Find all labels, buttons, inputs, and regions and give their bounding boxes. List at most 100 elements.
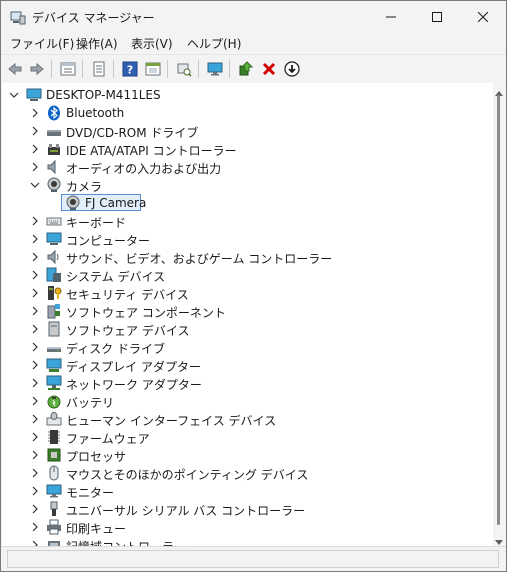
menu-action[interactable]: 操作(A) (76, 35, 118, 52)
chevron-right-icon[interactable] (29, 377, 41, 389)
minimize-button[interactable] (368, 1, 414, 33)
tree-item-firmware[interactable]: ファームウェア (2, 428, 493, 446)
help-icon[interactable]: ? (120, 59, 140, 79)
chevron-down-icon[interactable] (29, 179, 41, 191)
software-device-icon (46, 321, 62, 337)
device-manager-app-icon (10, 9, 26, 25)
print-icon[interactable] (89, 59, 109, 79)
chevron-right-icon[interactable] (29, 215, 41, 227)
tree-item-disk-drives[interactable]: ディスク ドライブ (2, 338, 493, 356)
tree-item-hid[interactable]: ヒューマン インターフェイス デバイス (2, 410, 493, 428)
chevron-right-icon[interactable] (29, 449, 41, 461)
chevron-right-icon[interactable] (29, 143, 41, 155)
display-adapter-icon (46, 357, 62, 373)
tree-item-label: プロセッサ (66, 450, 127, 464)
chevron-right-icon[interactable] (29, 413, 41, 425)
tree-item-label: オーディオの入力および出力 (66, 162, 222, 176)
tree-item-monitors[interactable]: モニター (2, 482, 493, 500)
chevron-right-icon[interactable] (29, 125, 41, 137)
usb-icon (46, 501, 62, 517)
device-manager-window: デバイス マネージャー ファイル(F) 操作(A) 表示(V) ヘルプ(H) ?… (0, 0, 507, 572)
tree-item-audio-io[interactable]: オーディオの入力および出力 (2, 158, 493, 176)
chevron-right-icon[interactable] (29, 521, 41, 533)
speaker-icon (46, 159, 62, 175)
tree-item-software-devices[interactable]: ソフトウェア デバイス (2, 320, 493, 338)
tree-item-dvd[interactable]: DVD/CD-ROM ドライブ (2, 122, 493, 140)
tree-item-label: ソフトウェア デバイス (66, 324, 190, 338)
tree-item-keyboard[interactable]: キーボード (2, 212, 493, 230)
menu-file[interactable]: ファイル(F) (10, 35, 74, 52)
keyboard-icon (46, 213, 62, 229)
view-icon[interactable] (143, 59, 163, 79)
chevron-right-icon[interactable] (29, 485, 41, 497)
menu-help[interactable]: ヘルプ(H) (187, 35, 241, 52)
svg-text:?: ? (127, 64, 133, 77)
chevron-right-icon[interactable] (29, 467, 41, 479)
uninstall-icon[interactable] (259, 59, 279, 79)
chevron-right-icon[interactable] (29, 251, 41, 263)
enable-device-icon[interactable] (236, 59, 256, 79)
tree-item-storage-controllers[interactable]: 記憶域コントローラー (2, 536, 493, 546)
tree-item-battery[interactable]: バッテリ (2, 392, 493, 410)
hid-icon (46, 411, 62, 427)
tree-item-processor[interactable]: プロセッサ (2, 446, 493, 464)
software-component-icon (46, 303, 62, 319)
chevron-right-icon[interactable] (29, 539, 41, 546)
printer-icon (46, 519, 62, 535)
tree-item-bluetooth[interactable]: Bluetooth (2, 104, 493, 122)
toolbar: ? (1, 54, 506, 84)
battery-icon (46, 393, 62, 409)
chevron-right-icon[interactable] (29, 395, 41, 407)
chevron-right-icon[interactable] (29, 287, 41, 299)
download-driver-icon[interactable] (282, 59, 302, 79)
chevron-down-icon[interactable] (8, 89, 20, 101)
vertical-scrollbar[interactable] (493, 83, 505, 546)
scrollbar-thumb[interactable] (497, 95, 500, 525)
monitor-icon[interactable] (205, 59, 225, 79)
mouse-icon (46, 465, 62, 481)
chevron-right-icon[interactable] (29, 305, 41, 317)
chevron-right-icon[interactable] (29, 323, 41, 335)
tree-item-print-queues[interactable]: 印刷キュー (2, 518, 493, 536)
back-icon[interactable] (5, 59, 25, 79)
device-tree[interactable]: DESKTOP-M411LES Bluetooth DVD/CD-ROM ドライ… (2, 83, 493, 546)
chevron-right-icon[interactable] (29, 341, 41, 353)
menu-view[interactable]: 表示(V) (131, 35, 173, 52)
tree-item-sound[interactable]: サウンド、ビデオ、およびゲーム コントローラー (2, 248, 493, 266)
tree-item-label: ソフトウェア コンポーネント (66, 306, 226, 320)
tree-item-display-adapters[interactable]: ディスプレイ アダプター (2, 356, 493, 374)
tree-item-label: IDE ATA/ATAPI コントローラー (66, 144, 237, 158)
chevron-right-icon[interactable] (29, 503, 41, 515)
storage-controller-icon (46, 537, 62, 546)
properties-icon[interactable] (58, 59, 78, 79)
tree-item-camera[interactable]: カメラ (2, 176, 493, 194)
camera-icon (65, 195, 81, 211)
tree-item-label: キーボード (66, 216, 127, 230)
tree-item-label: FJ Camera (85, 196, 147, 210)
tree-item-usb[interactable]: ユニバーサル シリアル バス コントローラー (2, 500, 493, 518)
tree-item-label: コンピューター (66, 234, 151, 248)
maximize-button[interactable] (414, 1, 460, 33)
chevron-right-icon[interactable] (29, 161, 41, 173)
tree-root[interactable]: DESKTOP-M411LES (2, 86, 493, 104)
scan-icon[interactable] (174, 59, 194, 79)
tree-item-computer[interactable]: コンピューター (2, 230, 493, 248)
forward-icon[interactable] (27, 59, 47, 79)
chevron-right-icon[interactable] (29, 107, 41, 119)
tree-item-label: Bluetooth (66, 106, 125, 120)
tree-item-system-devices[interactable]: システム デバイス (2, 266, 493, 284)
tree-item-ide[interactable]: IDE ATA/ATAPI コントローラー (2, 140, 493, 158)
tree-item-security-devices[interactable]: セキュリティ デバイス (2, 284, 493, 302)
tree-item-fj-camera[interactable]: FJ Camera (2, 194, 493, 212)
chevron-right-icon[interactable] (29, 269, 41, 281)
tree-item-mice[interactable]: マウスとそのほかのポインティング デバイス (2, 464, 493, 482)
chevron-right-icon[interactable] (29, 233, 41, 245)
tree-item-label: ディスク ドライブ (66, 342, 165, 356)
close-button[interactable] (460, 1, 506, 33)
tree-item-label: バッテリ (66, 396, 115, 410)
network-adapter-icon (46, 375, 62, 391)
chevron-right-icon[interactable] (29, 359, 41, 371)
tree-item-network-adapters[interactable]: ネットワーク アダプター (2, 374, 493, 392)
tree-item-software-components[interactable]: ソフトウェア コンポーネント (2, 302, 493, 320)
chevron-right-icon[interactable] (29, 431, 41, 443)
